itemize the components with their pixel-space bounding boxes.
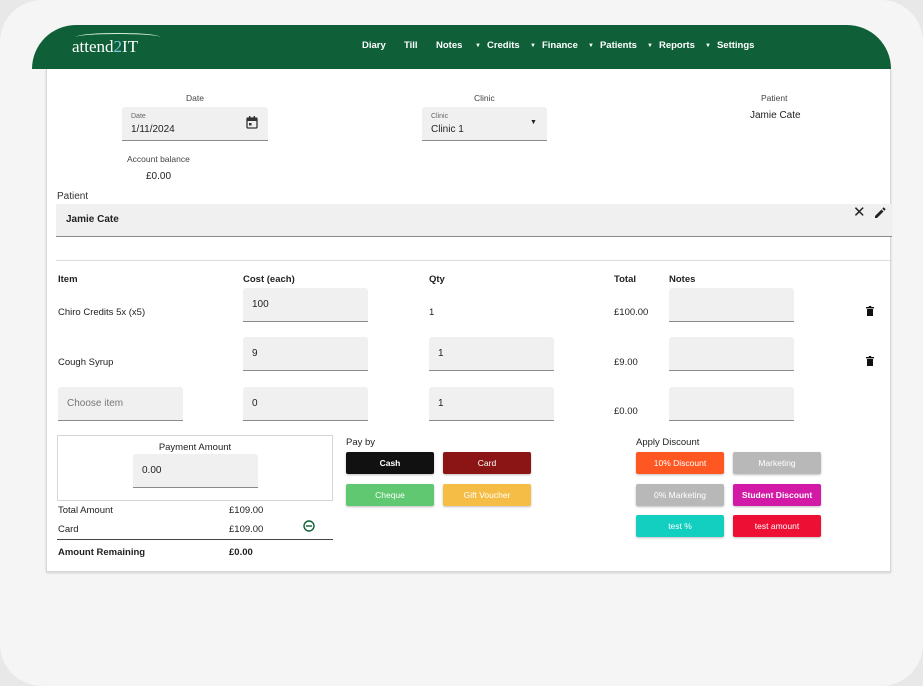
choose-item-placeholder: Choose item: [67, 398, 124, 409]
col-header-cost: Cost (each): [243, 274, 295, 285]
date-field-value: 1/11/2024: [131, 124, 175, 135]
clinic-select-label: Clinic: [431, 113, 449, 120]
cheque-button[interactable]: Cheque: [346, 484, 434, 506]
row2-cost-value: 9: [252, 348, 258, 359]
attend2it-logo[interactable]: attend2IT: [72, 33, 160, 57]
row2-qty-input[interactable]: 1: [429, 337, 554, 371]
row1-notes-input[interactable]: [669, 288, 794, 322]
row3-total: £0.00: [614, 406, 638, 417]
nav-reports-label: Reports: [658, 40, 695, 51]
nav-credits-label: Credits: [486, 40, 520, 51]
nav-finance-label: Finance: [541, 40, 578, 51]
amount-remaining-value: £0.00: [229, 547, 253, 558]
patient-title: Patient: [761, 93, 788, 103]
student-discount-button[interactable]: Student Discount: [733, 484, 821, 506]
cash-button[interactable]: Cash: [346, 452, 434, 474]
totals-divider: [57, 539, 333, 540]
pencil-icon[interactable]: [874, 207, 886, 219]
card-button[interactable]: Card: [443, 452, 531, 474]
nav-diary[interactable]: Diary: [362, 40, 386, 51]
payment-amount-input[interactable]: 0.00: [133, 454, 258, 488]
payment-amount-value: 0.00: [142, 465, 162, 476]
total-amount-label: Total Amount: [58, 505, 113, 516]
patient-bar-label: Patient: [57, 191, 89, 202]
col-header-total: Total: [614, 274, 636, 285]
apply-discount-label: Apply Discount: [636, 437, 700, 448]
row2-total: £9.00: [614, 357, 638, 368]
chevron-down-icon: ▼: [530, 43, 536, 49]
row3-qty-value: 1: [438, 398, 444, 409]
row1-cost-input[interactable]: 100: [243, 288, 368, 322]
row2-item: Cough Syrup: [58, 357, 114, 368]
zero-marketing-button[interactable]: 0% Marketing: [636, 484, 724, 506]
clinic-select-value: Clinic 1: [431, 124, 464, 135]
nav-credits[interactable]: ▼ Credits: [475, 40, 520, 51]
row3-cost-value: 0: [252, 398, 258, 409]
nav-settings[interactable]: ▼ Settings: [705, 40, 754, 51]
card-payment-label: Card: [58, 524, 79, 535]
row1-item: Chiro Credits 5x (x5): [58, 307, 146, 318]
nav-patients[interactable]: ▼ Patients: [588, 40, 637, 51]
nav-notes[interactable]: Notes: [436, 40, 462, 51]
choose-item-input[interactable]: Choose item: [58, 387, 183, 421]
row1-cost-value: 100: [252, 299, 269, 310]
total-amount-value: £109.00: [229, 505, 264, 516]
nav-reports[interactable]: ▼ Reports: [647, 40, 695, 51]
nav-till[interactable]: Till: [404, 40, 418, 51]
row3-qty-input[interactable]: 1: [429, 387, 554, 421]
chevron-down-icon: ▼: [647, 43, 653, 49]
patient-search-value: Jamie Cate: [66, 214, 119, 225]
chevron-down-icon: ▼: [705, 43, 711, 49]
date-field[interactable]: Date 1/11/2024: [122, 107, 268, 141]
remove-circle-icon[interactable]: [303, 520, 315, 532]
row3-notes-input[interactable]: [669, 387, 794, 421]
row2-qty-value: 1: [438, 348, 444, 359]
clinic-title: Clinic: [474, 93, 495, 103]
col-header-notes: Notes: [669, 274, 696, 285]
nav-finance[interactable]: ▼ Finance: [530, 40, 578, 51]
row1-qty: 1: [429, 307, 435, 318]
chevron-down-icon: ▼: [475, 43, 481, 49]
top-navigation-bar: attend2IT Diary Till Notes ▼ Credits ▼ Fin…: [32, 25, 891, 69]
calendar-icon[interactable]: [246, 116, 258, 129]
test-amount-button[interactable]: test amount: [733, 515, 821, 537]
section-divider: [56, 260, 892, 261]
row2-notes-input[interactable]: [669, 337, 794, 371]
amount-remaining-label: Amount Remaining: [58, 547, 146, 558]
dropdown-arrow-icon: ▼: [530, 119, 537, 126]
payment-amount-box: Payment Amount 0.00: [57, 435, 333, 501]
till-sheet: Date Date 1/11/2024 Account balance £0.0…: [46, 69, 892, 572]
row2-cost-input[interactable]: 9: [243, 337, 368, 371]
nav-patients-label: Patients: [599, 40, 637, 51]
discount-10-button[interactable]: 10% Discount: [636, 452, 724, 474]
col-header-item: Item: [58, 274, 78, 285]
account-balance-label: Account balance: [127, 154, 190, 164]
date-title: Date: [186, 93, 204, 103]
payment-amount-label: Payment Amount: [158, 442, 232, 453]
date-field-label: Date: [131, 113, 146, 120]
trash-icon[interactable]: [866, 306, 874, 316]
trash-icon[interactable]: [866, 356, 874, 366]
close-icon[interactable]: ✕: [853, 203, 866, 221]
clinic-select[interactable]: Clinic Clinic 1 ▼: [422, 107, 547, 141]
row1-total: £100.00: [614, 307, 649, 318]
chevron-down-icon: ▼: [588, 43, 594, 49]
nav-settings-label: Settings: [716, 40, 755, 51]
patient-search-field[interactable]: Jamie Cate ✕: [56, 204, 892, 237]
account-balance-value: £0.00: [146, 171, 172, 182]
card-payment-value: £109.00: [229, 524, 264, 535]
col-header-qty: Qty: [429, 274, 445, 285]
row3-cost-input[interactable]: 0: [243, 387, 368, 421]
patient-name: Jamie Cate: [750, 110, 801, 121]
pay-by-label: Pay by: [346, 437, 376, 448]
logo-swoosh: [76, 33, 160, 41]
marketing-discount-button[interactable]: Marketing: [733, 452, 821, 474]
test-percent-button[interactable]: test %: [636, 515, 724, 537]
app-frame: attend2IT Diary Till Notes ▼ Credits ▼ Fin…: [0, 0, 923, 686]
gift-voucher-button[interactable]: Gift Voucher: [443, 484, 531, 506]
